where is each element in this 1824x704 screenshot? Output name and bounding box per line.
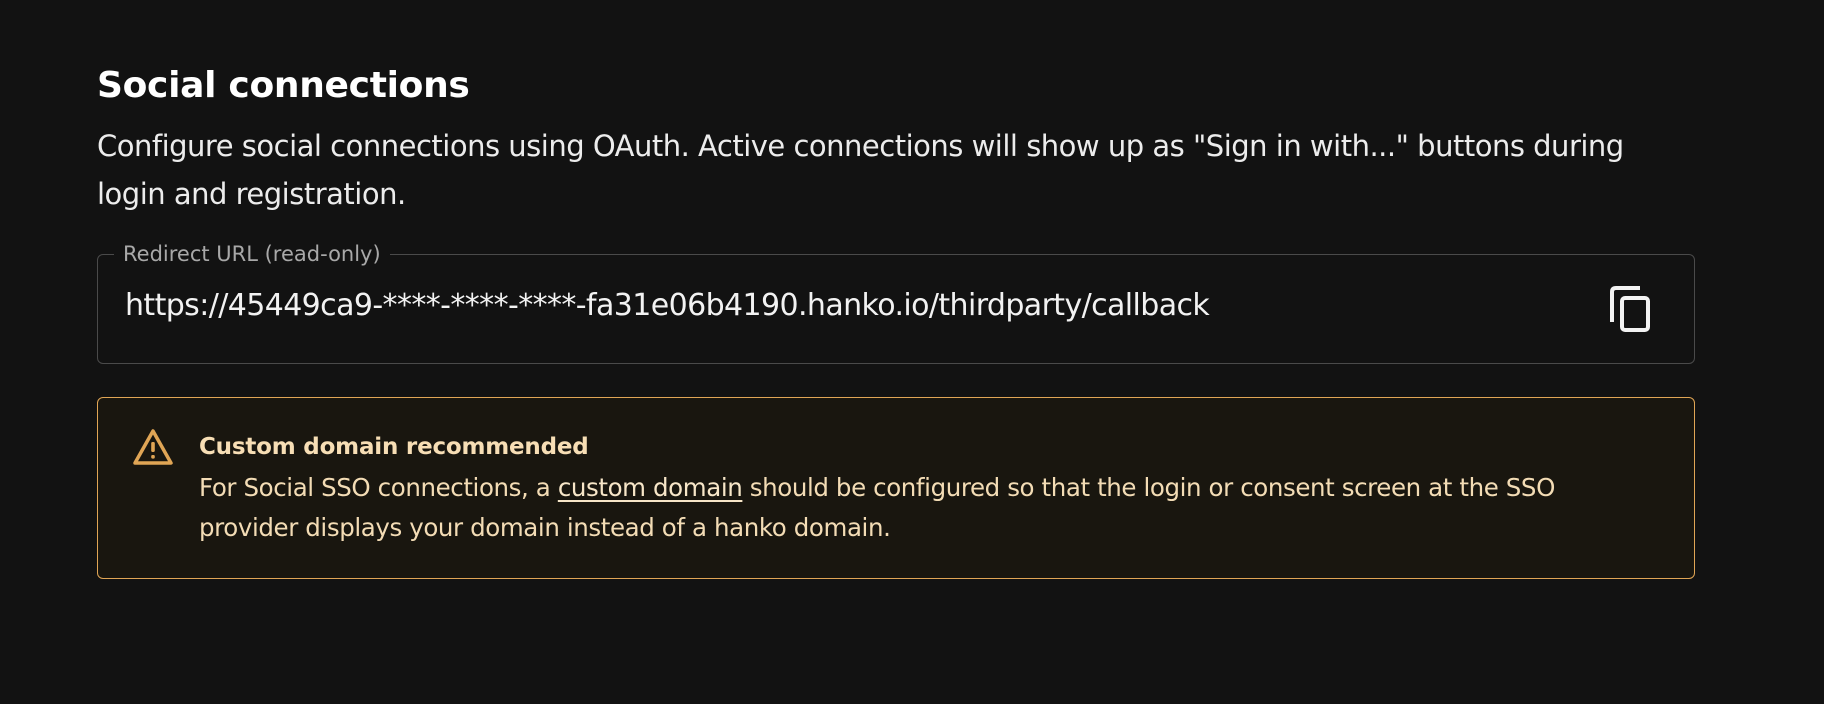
copy-button[interactable] bbox=[1608, 285, 1654, 333]
custom-domain-link[interactable]: custom domain bbox=[558, 473, 743, 502]
warning-triangle-icon bbox=[133, 429, 173, 465]
redirect-url-field: Redirect URL (read-only) bbox=[97, 240, 1695, 364]
redirect-url-label: Redirect URL (read-only) bbox=[114, 240, 390, 268]
section-title: Social connections bbox=[97, 65, 470, 106]
redirect-url-input[interactable] bbox=[125, 285, 1584, 327]
custom-domain-alert: Custom domain recommended For Social SSO… bbox=[97, 397, 1695, 579]
section-description: Configure social connections using OAuth… bbox=[97, 129, 1624, 211]
alert-text-before: For Social SSO connections, a bbox=[199, 473, 558, 502]
alert-title: Custom domain recommended bbox=[199, 434, 589, 460]
alert-text: For Social SSO connections, a custom dom… bbox=[199, 468, 1634, 548]
social-connections-section: Social connections Configure social conn… bbox=[97, 60, 1695, 579]
copy-icon bbox=[1610, 286, 1650, 332]
alert-body: Custom domain recommended For Social SSO… bbox=[199, 430, 1634, 548]
